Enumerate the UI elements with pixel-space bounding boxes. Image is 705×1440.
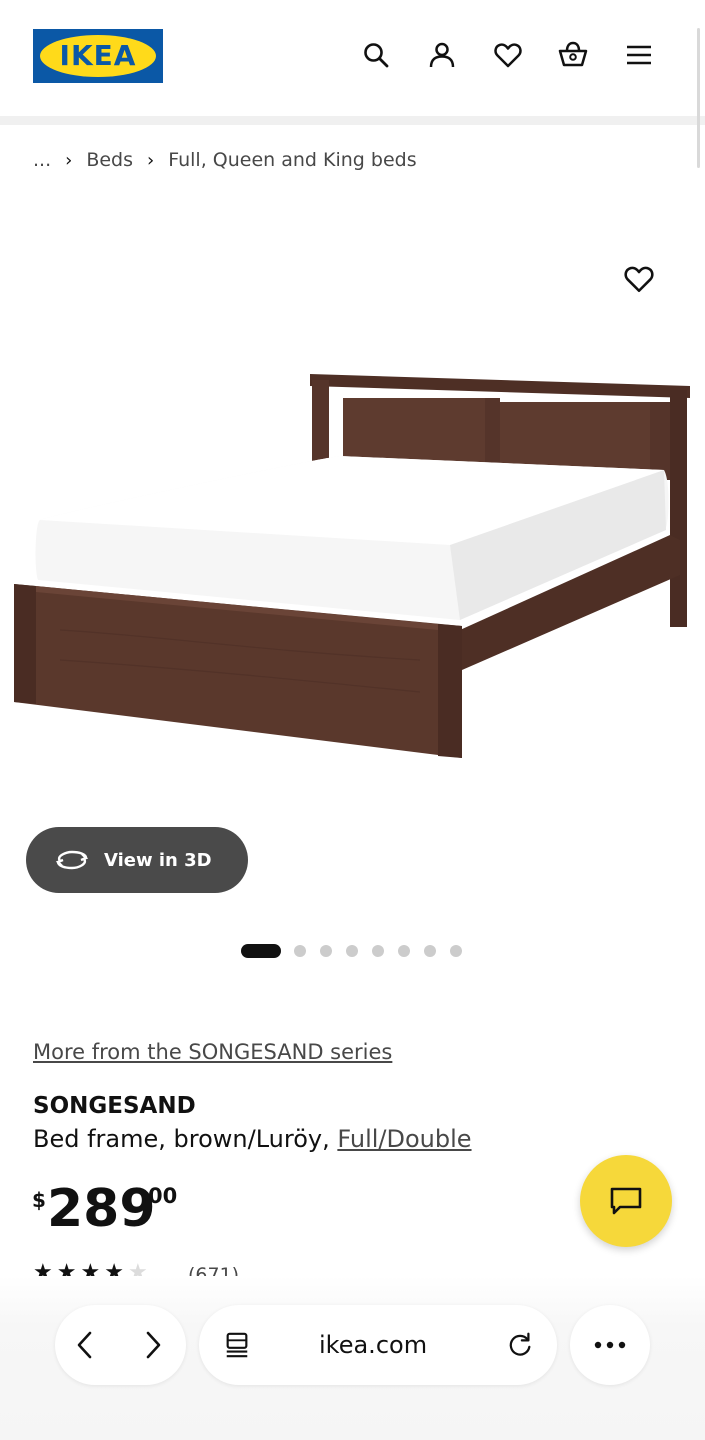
back-button[interactable]: [69, 1329, 101, 1361]
save-to-favorites-button[interactable]: [620, 260, 658, 298]
breadcrumb: ... › Beds › Full, Queen and King beds: [33, 146, 417, 174]
heart-icon[interactable]: [491, 38, 525, 72]
ikea-logo[interactable]: IKEA ®: [33, 29, 163, 83]
price-currency: $: [32, 1188, 46, 1212]
registered-mark: ®: [148, 41, 155, 49]
address-bar[interactable]: ikea.com: [199, 1305, 557, 1385]
chevron-right-icon: [146, 1331, 161, 1359]
star-filled-icon: ★: [80, 1262, 105, 1276]
chat-button[interactable]: [580, 1155, 672, 1247]
carousel-dot[interactable]: [294, 945, 306, 957]
carousel-dot[interactable]: [398, 945, 410, 957]
size-link[interactable]: Full/Double: [337, 1125, 471, 1153]
chevron-right-icon: ›: [65, 149, 73, 171]
forward-button[interactable]: [137, 1329, 169, 1361]
cart-icon[interactable]: [556, 38, 590, 72]
carousel-dot[interactable]: [346, 945, 358, 957]
heart-icon: [624, 266, 654, 293]
chevron-left-icon: [77, 1331, 92, 1359]
header-divider: [0, 116, 705, 125]
product-description-text: Bed frame, brown/Luröy,: [33, 1125, 330, 1153]
account-icon[interactable]: [425, 38, 459, 72]
breadcrumb-ellipsis[interactable]: ...: [33, 149, 51, 171]
image-carousel-indicator: [241, 944, 476, 958]
site-header: IKEA ®: [0, 0, 705, 116]
rotate-3d-icon: [55, 850, 89, 870]
more-options-icon[interactable]: [570, 1305, 650, 1385]
view-in-3d-button[interactable]: View in 3D: [26, 827, 248, 893]
carousel-dot[interactable]: [320, 945, 332, 957]
rating-count: (671): [188, 1264, 240, 1276]
reload-icon[interactable]: [504, 1329, 536, 1361]
browser-nav-controls: [55, 1305, 186, 1385]
chevron-right-icon: ›: [147, 149, 155, 171]
rating-stars: ★★★★★: [33, 1262, 152, 1276]
series-link[interactable]: More from the SONGESAND series: [33, 1040, 392, 1064]
search-icon[interactable]: [359, 38, 393, 72]
carousel-dot[interactable]: [372, 945, 384, 957]
product-image[interactable]: [0, 330, 705, 800]
url-text: ikea.com: [319, 1331, 428, 1359]
breadcrumb-item-beds[interactable]: Beds: [86, 149, 133, 171]
product-description: Bed frame, brown/Luröy, Full/Double: [33, 1125, 472, 1153]
scrollbar[interactable]: [697, 28, 700, 168]
carousel-dot[interactable]: [424, 945, 436, 957]
carousel-dot-active[interactable]: [241, 944, 281, 958]
product-name: SONGESAND: [33, 1093, 196, 1119]
view-in-3d-label: View in 3D: [104, 849, 212, 871]
chat-icon: [610, 1187, 642, 1215]
star-empty-icon: ★: [127, 1262, 152, 1276]
breadcrumb-item-full-queen-king[interactable]: Full, Queen and King beds: [168, 149, 416, 171]
logo-text: IKEA: [59, 39, 137, 72]
product-rating[interactable]: ★★★★★ (671): [33, 1262, 273, 1276]
carousel-dot[interactable]: [450, 945, 462, 957]
star-filled-icon: ★: [104, 1262, 128, 1276]
price-decimal: .00: [140, 1184, 178, 1208]
tabs-icon[interactable]: [221, 1329, 253, 1361]
star-filled-icon: ★: [33, 1262, 57, 1276]
menu-icon[interactable]: [622, 38, 656, 72]
star-filled-icon: ★: [56, 1262, 81, 1276]
browser-more-controls: [570, 1305, 650, 1385]
